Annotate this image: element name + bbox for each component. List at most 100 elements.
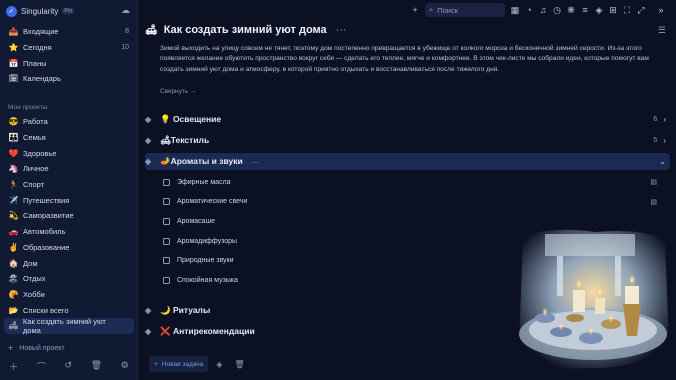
new-task-button[interactable]: + Новая задача (149, 356, 209, 372)
project-emoji-icon: 😎 (8, 117, 19, 127)
layers-icon[interactable]: ◈ (216, 360, 222, 369)
project-emoji-icon: 🥐 (8, 289, 19, 299)
task-label: Аромадиффузоры (177, 237, 238, 245)
rainbow-icon[interactable]: ⌒ (37, 360, 46, 373)
sort-filter-icon[interactable]: ☰ (658, 25, 666, 36)
project-item[interactable]: ❤️ Здоровье (0, 145, 138, 161)
sidebar-item-label: Сегодня (23, 43, 52, 53)
star-icon: ⭐ (8, 43, 19, 53)
project-item-label: Отдых (23, 274, 46, 284)
sidebar-item[interactable]: 📥 Входящие 8 (0, 24, 138, 40)
project-item[interactable]: 🥐 Хобби (0, 287, 138, 303)
project-item-label: Спорт (23, 180, 45, 190)
project-item-label: Образование (23, 242, 70, 252)
project-item[interactable]: 💫 Саморазвитие (0, 208, 138, 224)
pro-badge: Pro (62, 8, 75, 14)
project-description[interactable]: Зимой выходить на улицу совсем не тянет,… (160, 44, 665, 75)
sofa-icon: 🛋 (145, 24, 158, 36)
task-label: Природные звуки (177, 257, 234, 265)
sidebar-bottom-bar: ＋ ⌒ ↺ 🗑 ⚙ (0, 360, 138, 373)
section-header[interactable]: ◈ 💡 Освещение 6 › (145, 111, 670, 128)
project-item[interactable]: 🛋 Как создать зимний уют дома (4, 316, 134, 335)
trash-icon[interactable]: 🗑 (91, 360, 102, 373)
sidebar-item-label: Входящие (23, 27, 59, 37)
project-emoji-icon: 🛋 (8, 321, 19, 331)
chevron-icon[interactable]: ⌄ (659, 157, 666, 166)
calendar-icon: 📅 (8, 58, 19, 68)
settings-icon[interactable]: ⚙ (121, 360, 129, 373)
sidebar-item-label: Календарь (23, 74, 61, 84)
task-checkbox[interactable] (163, 178, 170, 186)
section-label: 🛋Текстиль (160, 135, 210, 145)
project-item-label: Как создать зимний уют дома (22, 316, 106, 335)
task-label: Эфирные масла (177, 178, 231, 186)
project-item[interactable]: 🦄 Личное (0, 161, 138, 177)
project-item-label: Списки всего (23, 305, 69, 315)
project-item-label: Личное (23, 164, 49, 174)
project-item-label: Автомобиль (23, 227, 66, 237)
task-label: Ароматические свечи (177, 198, 248, 206)
chevron-icon[interactable]: › (663, 115, 666, 124)
calendar-grid-icon: 🗓 (8, 74, 19, 84)
history-icon[interactable]: ↺ (64, 360, 72, 373)
task-checkbox[interactable] (163, 277, 170, 284)
section-label: 🪔Ароматы и звуки (160, 156, 243, 166)
task-row[interactable]: Эфирные масла ▤ (163, 174, 657, 190)
section-label: ❌ Антирекомендации (160, 326, 255, 336)
task-label: Аромасаше (177, 217, 216, 225)
sidebar-item[interactable]: ⭐ Сегодня 10 (0, 40, 138, 56)
project-item[interactable]: ✈️ Путешествия (0, 192, 138, 208)
more-icon[interactable]: ··· (251, 157, 260, 167)
task-row[interactable]: Ароматические свечи ▤ (163, 194, 657, 210)
project-emoji-icon: 🏃 (8, 180, 19, 190)
trash-icon[interactable]: 🗑 (234, 360, 244, 369)
task-checkbox[interactable] (163, 237, 170, 245)
section-label: 🌙 Ритуалы (160, 305, 211, 315)
project-item-label: Здоровье (23, 148, 57, 158)
inbox-icon: 📥 (8, 27, 19, 37)
project-emoji-icon: 🚗 (8, 227, 19, 237)
project-emoji-icon: 🦄 (8, 164, 19, 174)
project-item[interactable]: 📂 Списки всего (0, 302, 138, 318)
plus-icon: + (154, 360, 158, 368)
section-count: 5 (653, 137, 658, 144)
project-item-label: Работа (23, 117, 48, 127)
app-logo-icon: ✓ (6, 5, 17, 17)
section-header[interactable]: ◈ 🪔Ароматы и звуки ··· ⌄ (145, 153, 670, 170)
project-emoji-icon: 🏖 (8, 274, 19, 284)
layers-icon: ◈ (145, 306, 152, 315)
sidebar-item-count: 10 (121, 44, 129, 52)
project-item[interactable]: 🚗 Автомобиль (0, 224, 138, 240)
app-header[interactable]: ✓ Singularity Pro ☁ (6, 4, 134, 18)
new-task-label: Новая задача (161, 360, 204, 368)
project-emoji-icon: 👪 (8, 133, 19, 143)
project-item-label: Саморазвитие (23, 211, 74, 221)
project-item[interactable]: 🏃 Спорт (0, 177, 138, 193)
new-project-button[interactable]: + Новый проект (8, 343, 65, 353)
task-label: Спокойная музыка (177, 277, 238, 284)
page-title-text[interactable]: Как создать зимний уют дома (164, 24, 327, 36)
plus-icon: + (8, 343, 14, 353)
project-item[interactable]: 🏠 Дом (0, 255, 138, 271)
more-icon[interactable]: ··· (336, 24, 347, 36)
layers-icon: ◈ (145, 157, 152, 166)
project-item-label: Хобби (23, 289, 45, 299)
sidebar-item[interactable]: 📅 Планы (0, 55, 138, 71)
chevron-icon[interactable]: › (663, 136, 666, 145)
project-item[interactable]: 🏖 Отдых (0, 271, 138, 287)
project-item[interactable]: 😎 Работа (0, 114, 138, 130)
sidebar-item[interactable]: 🗓 Календарь (0, 71, 138, 87)
task-checkbox[interactable] (163, 257, 170, 265)
add-icon[interactable]: ＋ (9, 360, 18, 373)
task-checkbox[interactable] (163, 217, 170, 225)
project-item[interactable]: 👪 Семья (0, 130, 138, 146)
project-emoji-icon: 💫 (8, 211, 19, 221)
section-header[interactable]: ◈ 🛋Текстиль 5 › (145, 132, 670, 149)
cloud-sync-icon[interactable]: ☁ (121, 5, 130, 16)
project-item-label: Путешествия (23, 195, 70, 205)
project-item[interactable]: ✌️ Образование (0, 240, 138, 256)
new-project-label: Новый проект (19, 344, 65, 352)
collapse-link[interactable]: Свернуть → (160, 88, 196, 95)
task-checkbox[interactable] (163, 198, 170, 206)
project-emoji-icon: 🏠 (8, 258, 19, 268)
